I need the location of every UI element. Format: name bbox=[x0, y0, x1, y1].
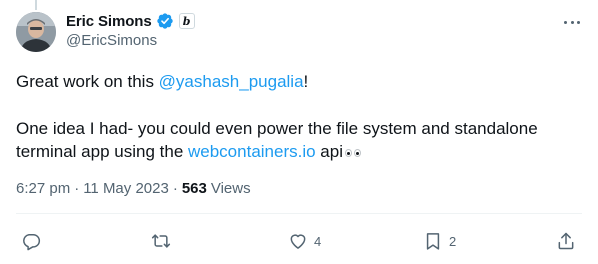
tweet-paragraph-2: One idea I had- you could even power the… bbox=[16, 117, 582, 163]
tweet-date[interactable]: 11 May 2023 bbox=[83, 180, 169, 197]
heart-icon bbox=[290, 234, 306, 249]
like-button[interactable]: 4 bbox=[288, 226, 321, 256]
author-name[interactable]: Eric Simons bbox=[66, 13, 152, 30]
bookmark-icon bbox=[426, 233, 440, 250]
views-count[interactable]: 563 bbox=[182, 180, 207, 197]
tweet-header: Eric Simons b @EricSimons bbox=[66, 11, 195, 49]
tweet-paragraph-1: Great work on this @yashash_pugalia! bbox=[16, 70, 582, 93]
tweet-time[interactable]: 6:27 pm bbox=[16, 180, 70, 197]
tweet-text-segment: Great work on this bbox=[16, 72, 159, 91]
author-name-row: Eric Simons b bbox=[66, 11, 195, 31]
webcontainers-link[interactable]: webcontainers.io bbox=[188, 142, 316, 161]
retweet-icon bbox=[151, 234, 171, 248]
share-icon bbox=[558, 232, 574, 250]
tweet-text-segment: api bbox=[315, 142, 343, 161]
tweet-meta: 6:27 pm · 11 May 2023 · 563 Views bbox=[16, 180, 251, 197]
like-count: 4 bbox=[314, 233, 322, 249]
bookmark-count: 2 bbox=[449, 233, 457, 249]
reply-icon bbox=[23, 234, 41, 251]
action-bar: 4 2 bbox=[0, 226, 598, 256]
meta-separator: · bbox=[74, 180, 80, 197]
bookmark-button[interactable]: 2 bbox=[423, 226, 456, 256]
author-handle[interactable]: @EricSimons bbox=[66, 32, 195, 49]
views-label[interactable]: Views bbox=[211, 180, 251, 197]
reply-button[interactable] bbox=[21, 226, 47, 256]
eyes-emoji-icon bbox=[345, 148, 361, 157]
retweet-button[interactable] bbox=[151, 226, 177, 256]
mention-link[interactable]: @yashash_pugalia bbox=[159, 72, 304, 91]
affiliate-badge[interactable]: b bbox=[178, 13, 195, 29]
share-button[interactable] bbox=[556, 226, 576, 256]
thread-connector-line bbox=[35, 0, 37, 10]
avatar[interactable] bbox=[16, 12, 56, 52]
avatar-image bbox=[16, 12, 56, 52]
meta-separator: · bbox=[172, 180, 178, 197]
verified-badge-icon[interactable] bbox=[156, 12, 174, 30]
more-options-icon[interactable] bbox=[562, 14, 582, 30]
tweet-text-segment: ! bbox=[303, 72, 309, 91]
tweet-text: Great work on this @yashash_pugalia! One… bbox=[16, 70, 582, 163]
divider bbox=[16, 213, 582, 214]
